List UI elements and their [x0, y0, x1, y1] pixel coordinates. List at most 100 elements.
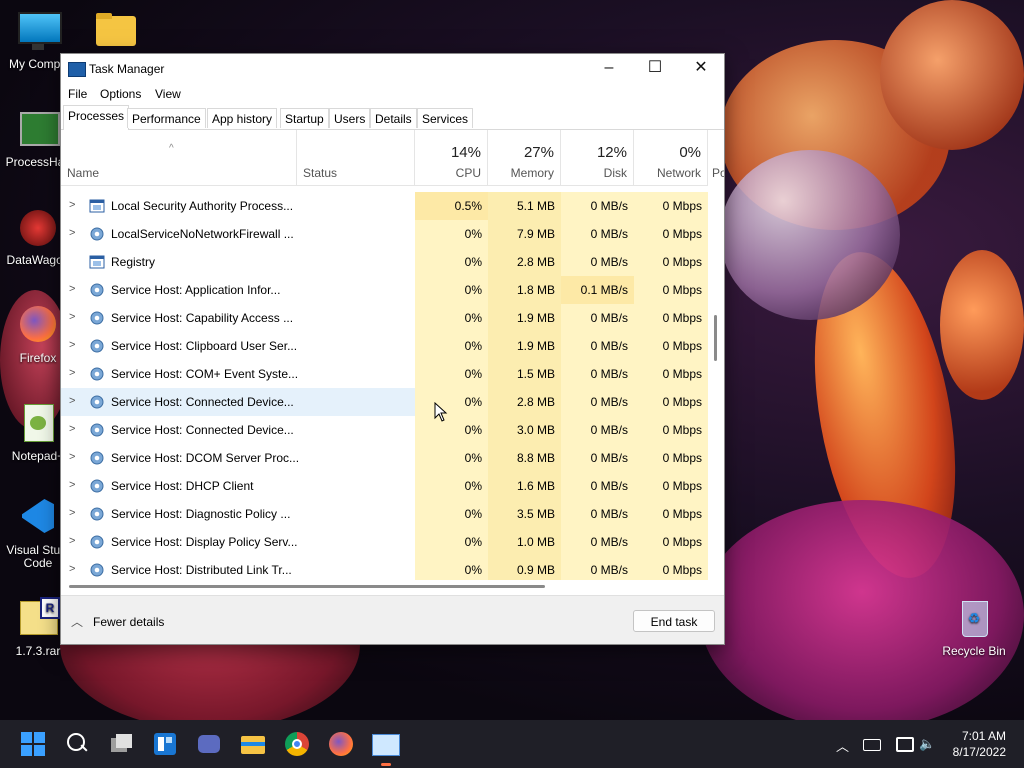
expand-chevron-icon[interactable]: >: [69, 199, 75, 211]
monitor-icon: [16, 10, 62, 54]
firefox-icon[interactable]: [327, 730, 355, 758]
expand-chevron-icon[interactable]: >: [69, 311, 75, 323]
expand-chevron-icon[interactable]: >: [69, 339, 75, 351]
title-bar[interactable]: Task Manager – ☐ ✕: [61, 54, 724, 84]
memory-cell: 1.0 MB: [488, 528, 561, 556]
tab-processes[interactable]: Processes: [63, 105, 130, 130]
maximize-button[interactable]: ☐: [632, 54, 678, 84]
process-name: Registry: [111, 255, 156, 269]
fewer-details-button[interactable]: ︿ Fewer details: [71, 613, 164, 630]
horizontal-scroll-thumb[interactable]: [69, 585, 545, 588]
disk-cell: 0 MB/s: [561, 304, 634, 332]
chat-icon[interactable]: [195, 730, 223, 758]
file-explorer-icon[interactable]: [239, 730, 267, 758]
process-name: LocalServiceNoNetworkFirewall ...: [111, 227, 294, 241]
table-row[interactable]: > Service Host: DCOM Server Proc... 0% 8.8 …: [61, 444, 708, 472]
table-row[interactable]: > Service Host: Connected Device... 0% 2.8 …: [61, 388, 708, 416]
task-manager-icon[interactable]: [371, 730, 401, 766]
table-row[interactable]: > Service Host: Diagnostic Policy ... 0% 3.…: [61, 500, 708, 528]
vscode-icon: [16, 497, 60, 541]
network-icon[interactable]: [896, 737, 914, 752]
task-manager-icon: [68, 62, 86, 77]
tab-details[interactable]: Details: [370, 108, 417, 128]
menu-view[interactable]: View: [155, 87, 181, 101]
process-name: Local Security Authority Process...: [111, 199, 294, 213]
mouse-cursor-icon: [434, 402, 448, 422]
column-header-name[interactable]: ^ Name: [61, 130, 296, 185]
memory-cell: 1.5 MB: [488, 360, 561, 388]
table-row[interactable]: > Service Host: COM+ Event Syste... 0% 1.5 …: [61, 360, 708, 388]
network-cell: 0 Mbps: [634, 360, 708, 388]
footer: ︿ Fewer details End task: [61, 595, 724, 644]
column-header-status[interactable]: Status: [296, 130, 415, 185]
table-row[interactable]: > Service Host: Clipboard User Ser... 0% 1.…: [61, 332, 708, 360]
expand-chevron-icon[interactable]: >: [69, 227, 75, 239]
expand-chevron-icon[interactable]: >: [69, 451, 75, 463]
table-row[interactable]: > Service Host: Display Policy Serv... 0% 1…: [61, 528, 708, 556]
tab-app-history[interactable]: App history: [207, 108, 278, 128]
process-name: Service Host: Clipboard User Ser...: [111, 339, 298, 353]
table-row[interactable]: > Service Host: Distributed Link Tr... 0% 0…: [61, 556, 708, 580]
process-name: Service Host: Connected Device...: [111, 395, 294, 409]
expand-chevron-icon[interactable]: >: [69, 283, 75, 295]
table-row[interactable]: > Service Host: DHCP Client 0% 1.6 MB 0 MB/s…: [61, 472, 708, 500]
archive-icon: R: [16, 597, 60, 641]
disk-cell: 0.1 MB/s: [561, 276, 634, 304]
tab-startup[interactable]: Startup: [280, 108, 329, 128]
tab-services[interactable]: Services: [417, 108, 474, 128]
firefox-icon: [16, 304, 60, 348]
system-clock[interactable]: 7:01 AM 8/17/2022: [953, 728, 1006, 760]
gear-icon: [89, 338, 105, 354]
gear-icon: [89, 506, 105, 522]
vertical-scroll-thumb[interactable]: [714, 315, 717, 361]
desktop-icon-recycle-bin[interactable]: ♻ Recycle Bin: [936, 597, 1012, 658]
expand-chevron-icon[interactable]: >: [69, 367, 75, 379]
start-icon[interactable]: [19, 730, 47, 758]
column-header-cpu[interactable]: 14% CPU: [415, 130, 488, 185]
column-header-memory[interactable]: 27% Memory: [488, 130, 561, 185]
tab-performance[interactable]: Performance: [127, 108, 206, 128]
tab-users[interactable]: Users: [329, 108, 371, 128]
volume-icon[interactable]: 🔈: [919, 736, 935, 752]
chrome-icon[interactable]: [283, 730, 311, 758]
expand-chevron-icon[interactable]: >: [69, 479, 75, 491]
process-name: Service Host: Distributed Link Tr...: [111, 563, 292, 577]
network-cell: 0 Mbps: [634, 276, 708, 304]
gear-icon: [89, 366, 105, 382]
widgets-icon[interactable]: [151, 730, 179, 758]
expand-chevron-icon[interactable]: >: [69, 423, 75, 435]
table-row[interactable]: > Service Host: Capability Access ... 0% 1.…: [61, 304, 708, 332]
close-button[interactable]: ✕: [678, 54, 724, 84]
cpu-cell: 0%: [415, 304, 488, 332]
horizontal-scrollbar[interactable]: [61, 580, 708, 594]
table-row[interactable]: > Service Host: Application Infor... 0% 1.8…: [61, 276, 708, 304]
memory-cell: 3.5 MB: [488, 500, 561, 528]
expand-chevron-icon[interactable]: >: [69, 507, 75, 519]
gear-icon: [89, 394, 105, 410]
expand-chevron-icon[interactable]: >: [69, 563, 75, 575]
tab-bar: Processes Performance App history Startu…: [61, 105, 724, 130]
column-header-network[interactable]: 0% Network: [634, 130, 708, 185]
end-task-button[interactable]: End task: [633, 610, 715, 632]
minimize-button[interactable]: –: [586, 54, 632, 84]
memory-cell: 3.0 MB: [488, 416, 561, 444]
table-row[interactable]: > Service Host: Connected Device... 0% 3.0 …: [61, 416, 708, 444]
table-row[interactable]: Registry 0% 2.8 MB 0 MB/s 0 Mbps: [61, 248, 708, 276]
menu-file[interactable]: File: [68, 87, 87, 101]
task-manager-window: Task Manager – ☐ ✕ File Options View Pro…: [60, 53, 725, 645]
expand-chevron-icon[interactable]: >: [69, 395, 75, 407]
table-row[interactable]: > LocalServiceNoNetworkFirewall ... 0% 7.9 …: [61, 220, 708, 248]
table-row[interactable]: > Local Security Authority Process... 0.5%…: [61, 192, 708, 220]
search-icon[interactable]: [63, 730, 91, 758]
desktop-icon-folder[interactable]: [78, 10, 154, 57]
keyboard-icon[interactable]: [863, 739, 881, 751]
column-header-power[interactable]: Po: [708, 130, 724, 185]
memory-cell: 1.9 MB: [488, 332, 561, 360]
column-header-disk[interactable]: 12% Disk: [561, 130, 634, 185]
task-view-icon[interactable]: [107, 730, 135, 758]
menu-options[interactable]: Options: [100, 87, 141, 101]
show-hidden-icons-chevron-icon[interactable]: ︿: [836, 736, 849, 755]
vertical-scrollbar[interactable]: [708, 185, 724, 580]
cpu-cell: 0%: [415, 500, 488, 528]
expand-chevron-icon[interactable]: >: [69, 535, 75, 547]
